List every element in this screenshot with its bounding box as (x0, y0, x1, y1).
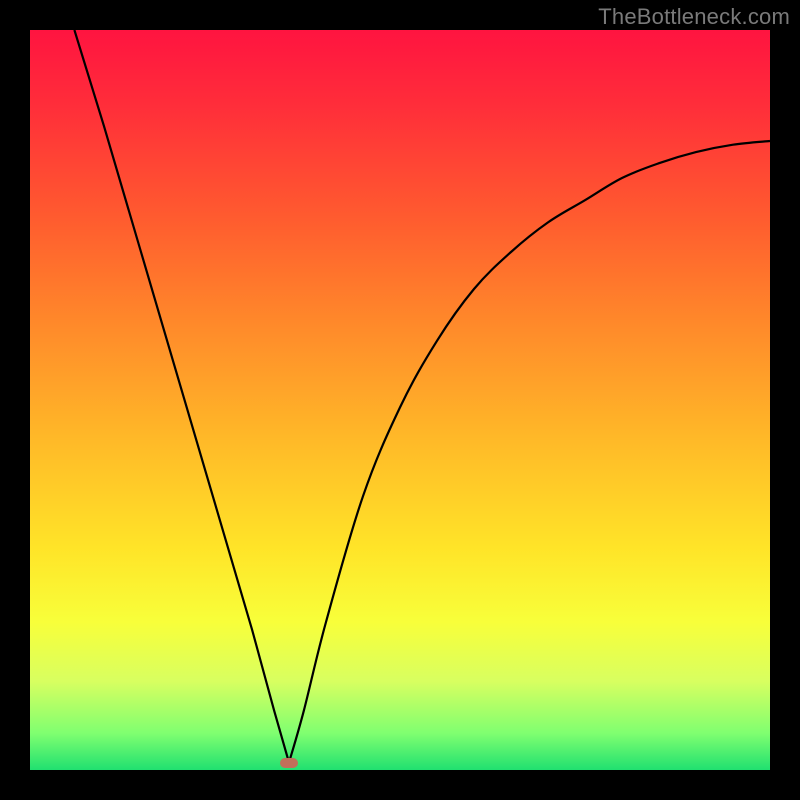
plot-area (30, 30, 770, 770)
chart-frame: TheBottleneck.com (0, 0, 800, 800)
curve-path (74, 30, 770, 763)
bottleneck-curve (30, 30, 770, 770)
minimum-marker (280, 758, 298, 768)
watermark-text: TheBottleneck.com (598, 4, 790, 30)
